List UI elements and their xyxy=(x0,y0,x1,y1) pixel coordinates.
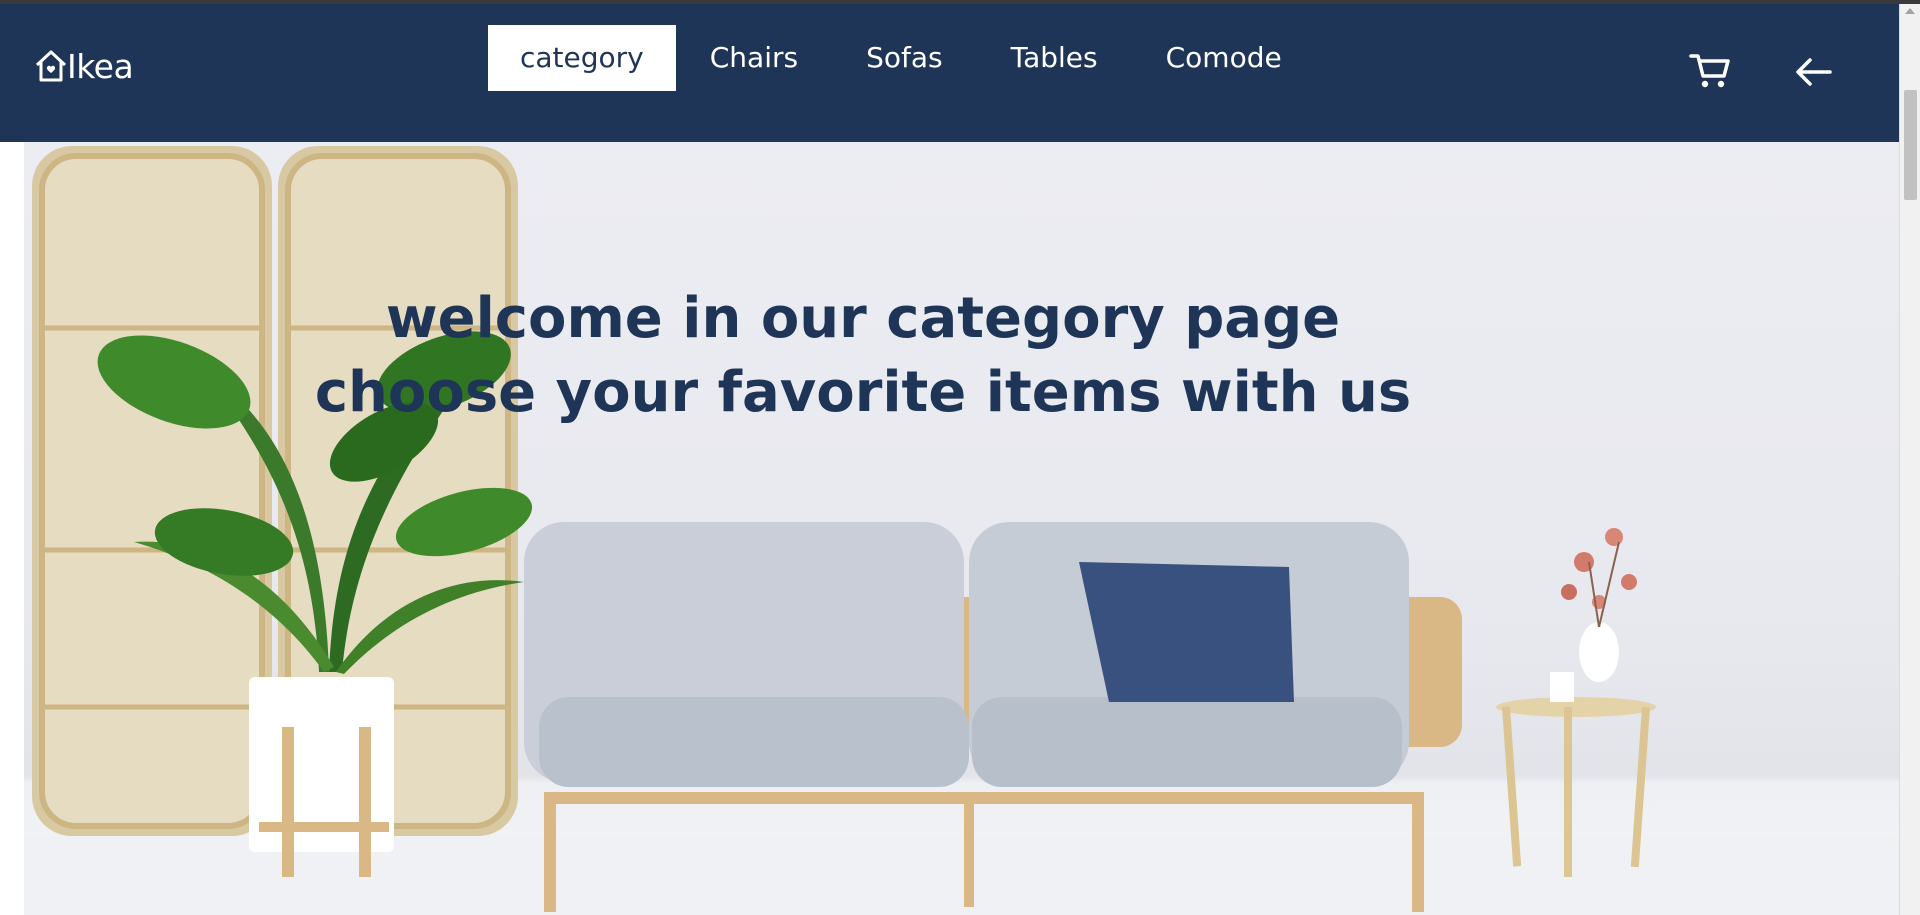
hero-title-line-2: choose your favorite items with us xyxy=(314,360,1412,425)
brand-logo[interactable]: Ikea xyxy=(34,44,134,88)
scroll-up-arrow-icon[interactable] xyxy=(1905,8,1915,14)
nav-item-chairs[interactable]: Chairs xyxy=(676,25,832,91)
hero-illustration xyxy=(24,146,1899,915)
scrollbar-thumb[interactable] xyxy=(1904,90,1917,200)
nav-item-tables[interactable]: Tables xyxy=(977,25,1132,91)
hero-title-line-1: welcome in our category page xyxy=(385,286,1341,351)
navbar: Ikea category Chairs Sofas Tables Comode xyxy=(0,4,1899,142)
page-scrollbar[interactable] xyxy=(1899,4,1920,915)
nav-item-comode[interactable]: Comode xyxy=(1132,25,1316,91)
main-nav: category Chairs Sofas Tables Comode xyxy=(488,25,1316,91)
nav-item-sofas[interactable]: Sofas xyxy=(832,25,977,91)
arrow-left-icon[interactable] xyxy=(1794,52,1834,92)
hero-banner: welcome in our category page choose your… xyxy=(24,142,1899,915)
brand-name: Ikea xyxy=(67,46,134,86)
nav-item-category[interactable]: category xyxy=(488,25,676,91)
cart-icon[interactable] xyxy=(1688,48,1732,92)
side-table-illustration xyxy=(1496,528,1656,877)
home-heart-icon xyxy=(35,50,67,82)
